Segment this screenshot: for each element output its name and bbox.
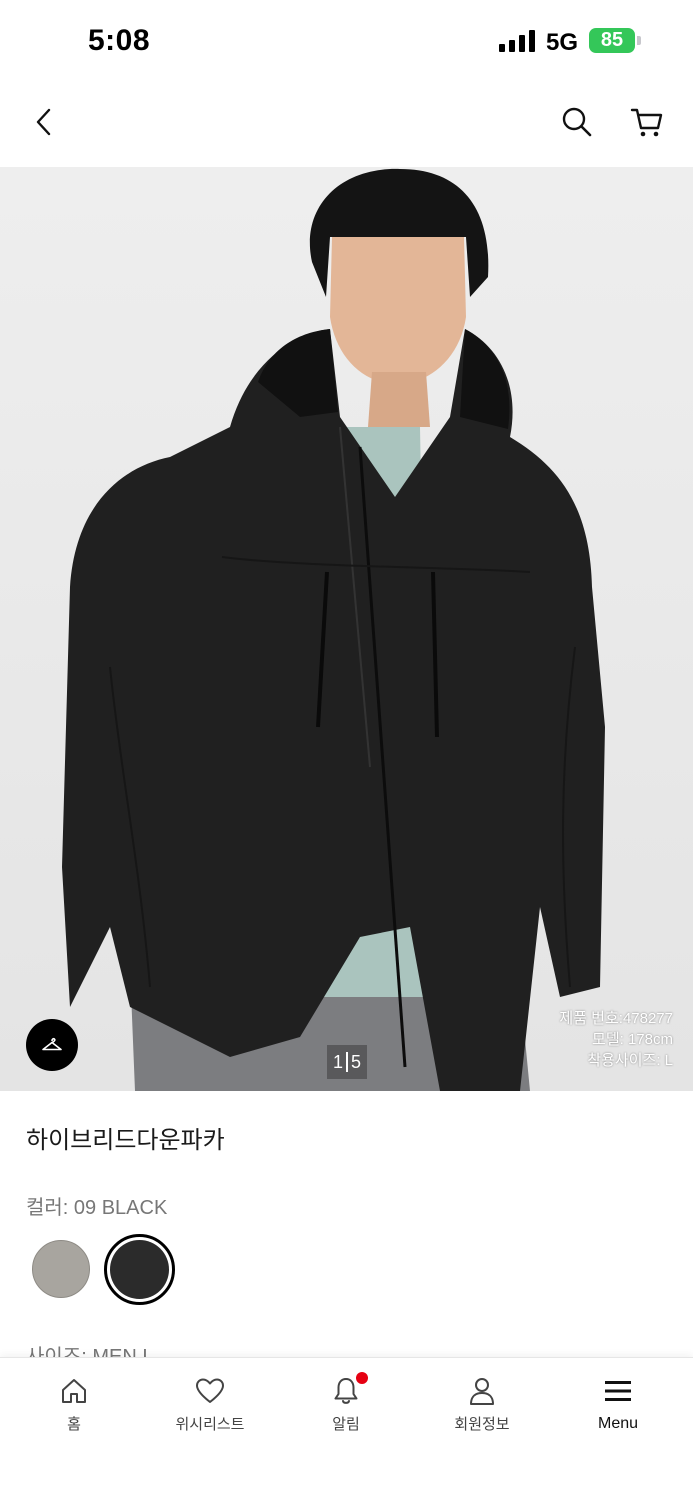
cart-icon bbox=[630, 108, 663, 137]
heart-icon bbox=[196, 1378, 224, 1403]
menu-icon bbox=[605, 1381, 631, 1401]
battery-level: 85 bbox=[600, 29, 624, 51]
product-name: 하이브리드다운파카 bbox=[26, 1127, 225, 1154]
hanger-icon bbox=[42, 1037, 62, 1051]
tab-wishlist[interactable]: 위시리스트 bbox=[141, 1358, 279, 1448]
signal-icon bbox=[499, 30, 535, 52]
battery-tip bbox=[637, 36, 641, 45]
gallery-pager: 1 5 bbox=[327, 1045, 367, 1079]
tab-notifications[interactable]: 알림 bbox=[277, 1358, 415, 1448]
pager-total: 5 bbox=[351, 1051, 362, 1072]
color-swatch-black-selected[interactable] bbox=[104, 1234, 175, 1305]
model-height: 모델: 178cm bbox=[592, 1031, 673, 1048]
tab-menu[interactable]: Menu bbox=[549, 1358, 687, 1448]
status-bar: 5:08 5G 85 bbox=[0, 0, 693, 80]
tab-wishlist-label: 위시리스트 bbox=[175, 1416, 245, 1433]
network-label: 5G bbox=[546, 29, 579, 56]
home-icon bbox=[62, 1379, 86, 1403]
cart-button[interactable] bbox=[623, 98, 671, 146]
product-photo bbox=[62, 168, 605, 1091]
tab-menu-label: Menu bbox=[597, 1415, 639, 1432]
color-swatch-gray[interactable] bbox=[32, 1240, 90, 1298]
tab-notifications-label: 알림 bbox=[332, 1416, 360, 1433]
user-icon bbox=[470, 1378, 494, 1405]
tab-account-label: 회원정보 bbox=[454, 1416, 510, 1433]
back-button[interactable] bbox=[20, 98, 68, 146]
color-swatch-black bbox=[110, 1240, 169, 1299]
bottom-tab-bar: 홈 위시리스트 알림 회원정보 Menu bbox=[0, 1357, 693, 1500]
top-nav bbox=[0, 80, 693, 166]
pager-divider bbox=[346, 1052, 348, 1072]
product-number: 제품 번호:478277 bbox=[559, 1010, 673, 1027]
bell-icon bbox=[334, 1378, 358, 1404]
tab-home[interactable]: 홈 bbox=[5, 1358, 143, 1448]
tab-home-label: 홈 bbox=[67, 1416, 81, 1433]
color-label: 컬러: 09 BLACK bbox=[26, 1197, 168, 1219]
notification-badge bbox=[356, 1372, 368, 1384]
search-button[interactable] bbox=[553, 98, 601, 146]
status-time: 5:08 bbox=[88, 24, 151, 57]
product-image-gallery[interactable]: 1 5 제품 번호:478277 모델: 178cm 착용사이즈: L bbox=[0, 167, 693, 1091]
fitting-button[interactable] bbox=[26, 1019, 78, 1071]
pager-current: 1 bbox=[332, 1051, 343, 1072]
model-info: 제품 번호:478277 모델: 178cm 착용사이즈: L bbox=[559, 1008, 673, 1071]
battery-icon: 85 bbox=[589, 28, 635, 53]
tab-account[interactable]: 회원정보 bbox=[413, 1358, 551, 1448]
worn-size: 착용사이즈: L bbox=[587, 1052, 673, 1069]
chevron-left-icon bbox=[36, 108, 51, 136]
search-icon bbox=[562, 107, 592, 137]
